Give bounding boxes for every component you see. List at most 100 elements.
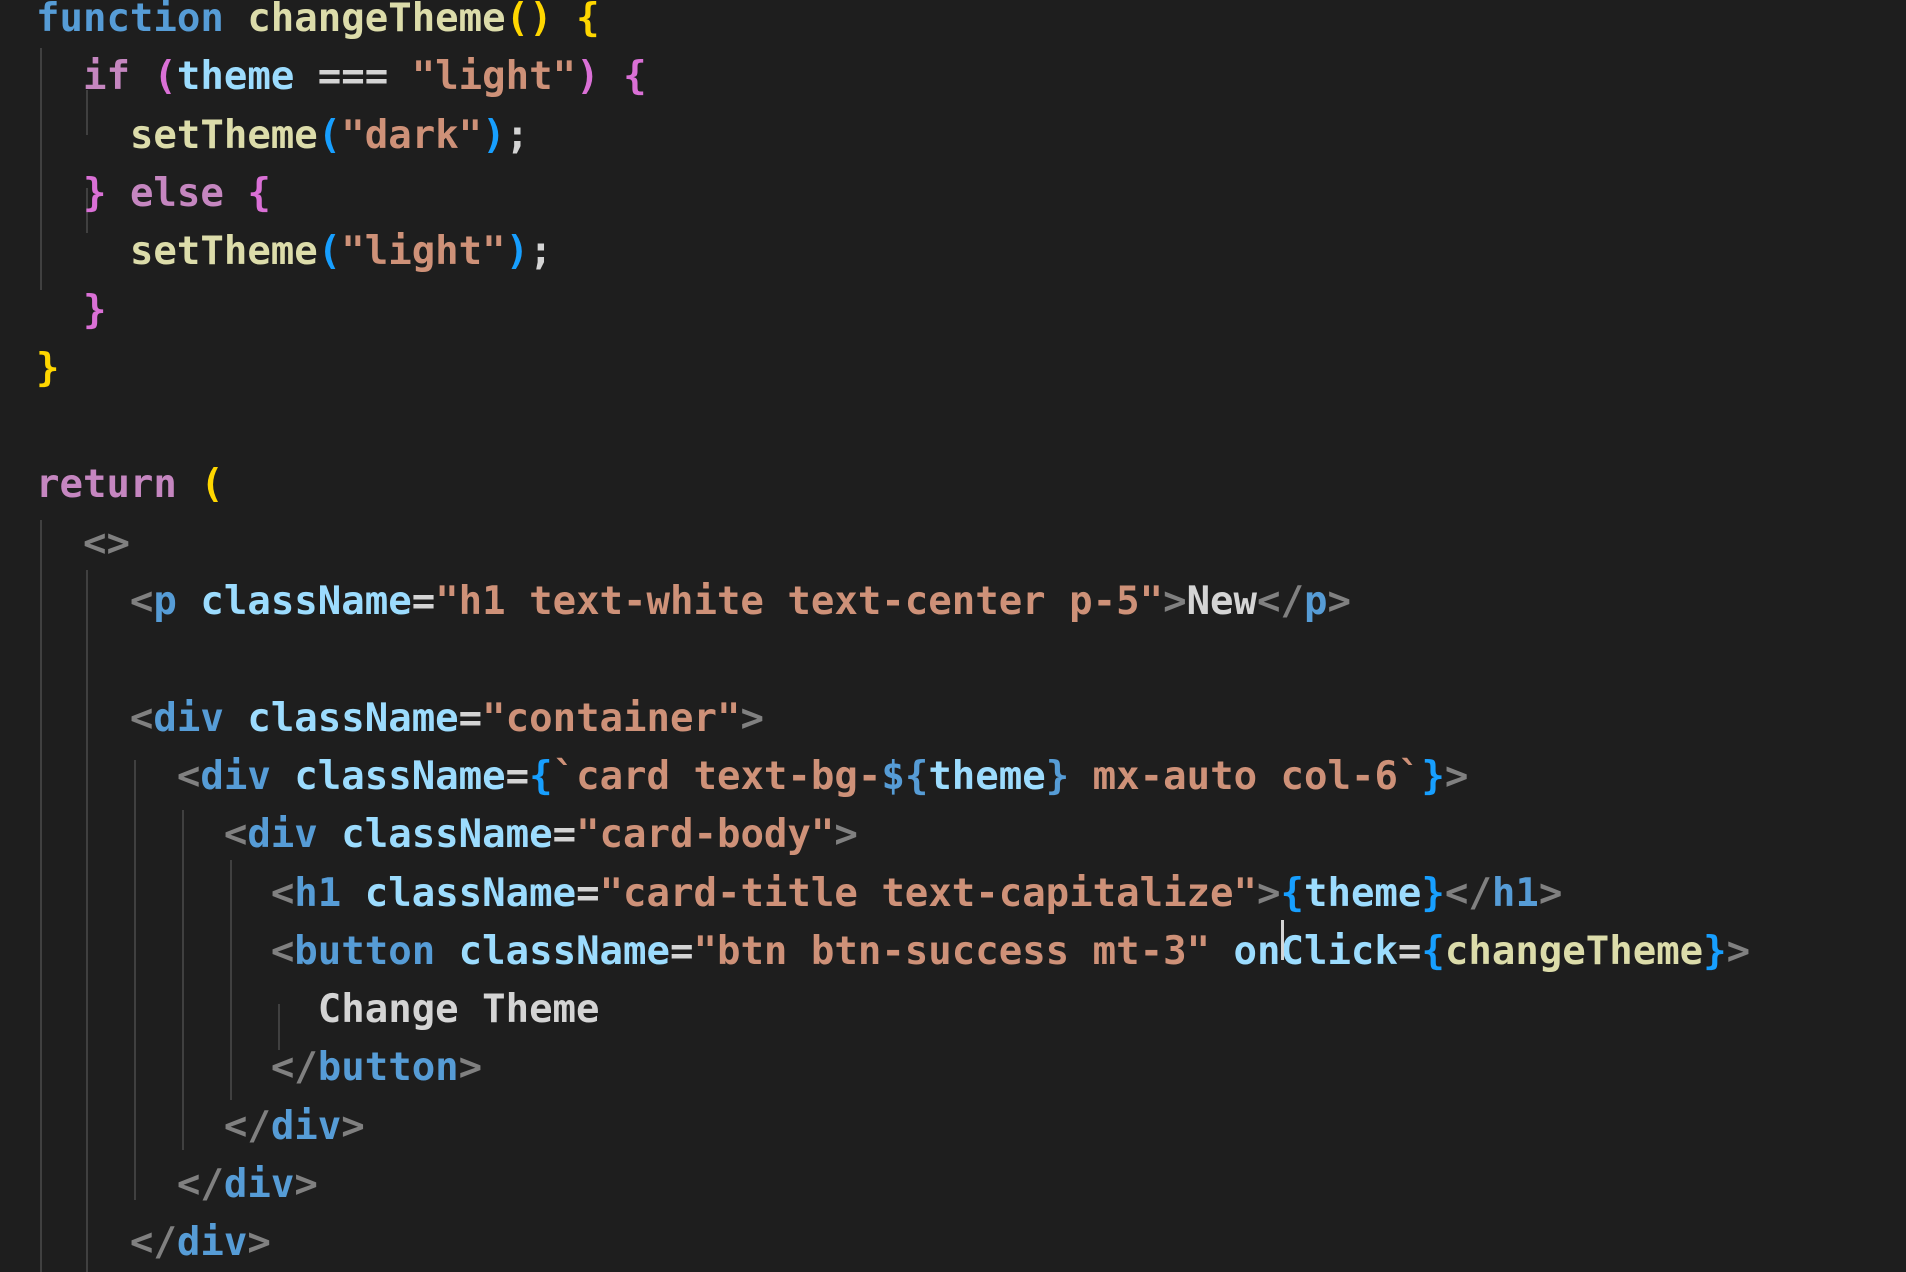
code-token: className — [294, 753, 506, 799]
code-token: button — [317, 1045, 459, 1091]
code-line: } — [36, 282, 1906, 340]
code-token: </ — [1444, 870, 1492, 916]
code-token: h1 — [294, 870, 342, 916]
code-line: setTheme("light"); — [36, 223, 1906, 281]
code-token: === — [294, 54, 412, 100]
code-token: changeTheme — [247, 0, 506, 41]
code-token: } — [1703, 928, 1727, 974]
code-token: "card-title text-capitalize" — [599, 870, 1258, 916]
code-line: <p className="h1 text-white text-center … — [36, 573, 1906, 631]
text-cursor — [1281, 920, 1284, 960]
code-token: function — [36, 0, 224, 41]
code-token: ; — [505, 112, 530, 158]
code-token: > — [1444, 753, 1469, 799]
code-line: </button> — [36, 1039, 1906, 1097]
code-token: h1 — [1491, 870, 1539, 916]
code-token: < — [223, 812, 248, 858]
code-token: > — [1327, 579, 1351, 624]
code-token: "light" — [411, 54, 577, 100]
code-token: mx-auto col-6` — [1069, 753, 1422, 799]
code-token: className — [341, 812, 553, 858]
code-token: < — [270, 870, 295, 916]
code-token: > — [294, 1162, 318, 1207]
code-token: > — [341, 1103, 365, 1149]
code-token: New — [1186, 579, 1258, 624]
code-token: > — [740, 695, 764, 741]
code-token: { — [529, 753, 553, 799]
code-token: </ — [1257, 579, 1304, 624]
code-token: </ — [223, 1103, 271, 1149]
code-token: ) — [505, 229, 530, 275]
code-token: onClick — [1233, 928, 1398, 974]
code-token: "h1 text-white text-center p-5" — [435, 579, 1164, 624]
code-token: setTheme — [129, 229, 318, 275]
code-line: <div className={`card text-bg-${theme} m… — [36, 748, 1906, 806]
code-token: > — [834, 812, 858, 858]
code-token: `card text-bg- — [552, 753, 882, 799]
code-token: { — [1421, 928, 1445, 974]
code-token: } — [1045, 753, 1070, 799]
code-token: > — [1257, 870, 1281, 916]
code-token: > — [1163, 579, 1187, 624]
code-token: { — [1280, 870, 1304, 916]
code-token: ; — [529, 229, 553, 275]
code-token: div — [153, 695, 224, 741]
code-token: > — [458, 1045, 483, 1091]
code-token: </ — [270, 1045, 318, 1091]
code-token: p — [1303, 579, 1328, 624]
code-token: return — [36, 462, 177, 508]
code-editor[interactable]: function changeTheme() { if (theme === "… — [0, 0, 1906, 1272]
code-token: "dark" — [341, 112, 483, 158]
code-token: setTheme — [129, 112, 318, 158]
code-token: = — [458, 695, 483, 741]
code-token: () — [505, 0, 553, 41]
code-token: < — [270, 928, 295, 974]
code-token: div — [176, 1220, 248, 1266]
code-token: Change Theme — [36, 987, 600, 1033]
code-token: ( — [317, 112, 342, 158]
code-token: } — [36, 345, 60, 391]
code-token: = — [411, 579, 436, 624]
code-token: } — [82, 287, 107, 333]
code-line: <> — [36, 515, 1906, 573]
code-token: < — [176, 753, 201, 799]
code-line: </div> — [36, 1098, 1906, 1156]
code-line: <div className="container"> — [36, 690, 1906, 748]
code-token: = — [1397, 928, 1422, 974]
code-line: <h1 className="card-title text-capitaliz… — [36, 865, 1906, 923]
code-line: Change Theme — [36, 981, 1906, 1039]
code-line: function changeTheme() { — [36, 0, 1906, 48]
code-token: { — [576, 0, 600, 41]
code-token: > — [1538, 870, 1563, 916]
code-token: theme — [928, 753, 1046, 799]
code-token: div — [247, 812, 318, 858]
code-token: { — [247, 170, 271, 216]
code-token: className — [247, 695, 459, 741]
code-token: < — [129, 695, 154, 741]
